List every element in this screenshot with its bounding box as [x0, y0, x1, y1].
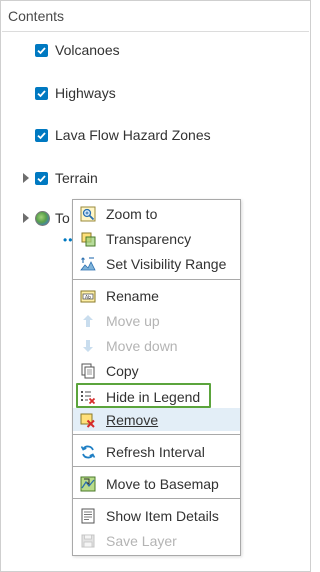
layer-label[interactable]: Terrain	[55, 170, 98, 186]
menu-item-label: Copy	[106, 362, 139, 379]
menu-item-show-item-details[interactable]: Show Item Details	[73, 504, 240, 527]
menu-item-refresh-interval[interactable]: Refresh Interval	[73, 440, 240, 463]
visibility-range-icon	[80, 256, 96, 270]
layer-visibility-checkbox[interactable]	[35, 43, 48, 57]
transparency-icon	[81, 232, 96, 246]
menu-separator	[73, 279, 240, 280]
menu-item-set-visibility-range[interactable]: Set Visibility Range	[73, 252, 240, 275]
refresh-icon	[80, 445, 96, 458]
menu-item-label: Refresh Interval	[106, 443, 205, 460]
menu-separator	[73, 434, 240, 435]
copy-icon	[81, 363, 95, 378]
arrow-down-icon	[83, 339, 93, 352]
layer-context-menu: Zoom to Transparency Set Visibility Rang…	[72, 199, 241, 556]
layer-visibility-checkbox[interactable]	[35, 171, 48, 185]
layer-row-volcanoes: Volcanoes	[1, 39, 301, 61]
menu-item-label: Set Visibility Range	[106, 255, 227, 272]
menu-item-remove[interactable]: Remove	[73, 408, 240, 431]
menu-item-label: Remove	[106, 411, 159, 428]
menu-item-zoom-to[interactable]: Zoom to	[73, 202, 240, 225]
move-to-basemap-icon	[80, 476, 96, 491]
menu-item-move-down[interactable]: Move down	[73, 334, 240, 357]
menu-item-label: Save Layer	[106, 532, 177, 549]
menu-item-save-layer[interactable]: Save Layer	[73, 529, 240, 552]
menu-item-label: Show Item Details	[106, 507, 219, 524]
menu-item-move-up[interactable]: Move up	[73, 309, 240, 332]
menu-item-label: Move up	[106, 312, 160, 329]
layer-label[interactable]: Lava Flow Hazard Zones	[55, 127, 211, 143]
menu-item-copy[interactable]: Copy	[73, 359, 240, 382]
remove-icon	[80, 413, 95, 428]
layer-row-highways: Highways	[1, 82, 301, 104]
layer-label[interactable]: Highways	[55, 85, 116, 101]
panel-title: Contents	[8, 8, 65, 24]
globe-icon	[35, 210, 50, 226]
layer-row-lava-flow-hazard-zones: Lava Flow Hazard Zones	[1, 124, 301, 146]
zoom-to-icon	[80, 206, 96, 221]
menu-item-transparency[interactable]: Transparency	[73, 227, 240, 250]
menu-item-label: Rename	[106, 287, 159, 304]
layer-visibility-checkbox[interactable]	[35, 128, 48, 142]
layer-visibility-checkbox[interactable]	[35, 86, 48, 100]
layer-row-terrain: Terrain	[1, 167, 301, 189]
menu-item-move-to-basemap[interactable]: Move to Basemap	[73, 472, 240, 495]
menu-item-label: Transparency	[106, 230, 192, 247]
menu-item-label: Zoom to	[106, 205, 158, 222]
menu-separator	[73, 498, 240, 499]
menu-item-label: Move to Basemap	[106, 475, 219, 492]
svg-text:Ab: Ab	[85, 294, 91, 300]
expand-caret-icon[interactable]	[23, 213, 29, 223]
expand-caret-icon[interactable]	[23, 173, 29, 183]
layer-label[interactable]: To	[55, 210, 70, 226]
hide-in-legend-highlight	[76, 383, 211, 408]
item-details-icon	[81, 508, 95, 523]
menu-separator	[73, 466, 240, 467]
title-divider	[2, 31, 309, 32]
menu-item-rename[interactable]: Ab Rename	[73, 284, 240, 307]
save-icon	[81, 534, 95, 547]
layer-label[interactable]: Volcanoes	[55, 42, 120, 58]
arrow-up-icon	[83, 314, 93, 327]
rename-icon: Ab	[80, 290, 96, 302]
menu-item-label: Move down	[106, 337, 178, 354]
